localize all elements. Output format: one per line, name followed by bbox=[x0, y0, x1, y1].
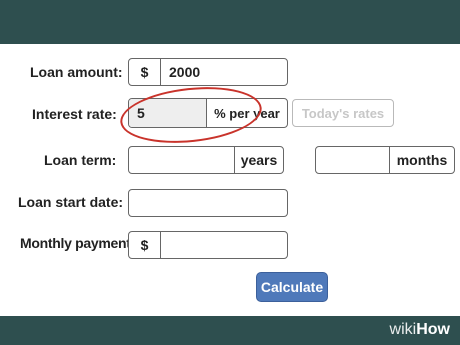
loan-amount-value[interactable]: 2000 bbox=[161, 59, 287, 85]
loan-amount-label: Loan amount: bbox=[30, 64, 123, 80]
loan-term-label: Loan term: bbox=[44, 152, 117, 168]
interest-rate-label: Interest rate: bbox=[32, 106, 117, 122]
payment-currency-prefix: $ bbox=[129, 232, 161, 258]
loan-start-date-input[interactable] bbox=[129, 190, 287, 216]
years-unit: years bbox=[240, 152, 278, 168]
loan-start-date-label: Loan start date: bbox=[18, 194, 124, 210]
wikihow-watermark: wikiHow bbox=[389, 321, 450, 338]
calculate-button[interactable]: Calculate bbox=[256, 272, 328, 302]
loan-amount-field[interactable]: $ 2000 bbox=[128, 58, 288, 86]
monthly-payments-field[interactable]: $ bbox=[128, 231, 288, 259]
top-band bbox=[0, 0, 460, 44]
monthly-payments-label: Monthly payments: bbox=[20, 235, 143, 251]
loan-term-years-field[interactable]: years bbox=[128, 146, 284, 174]
currency-prefix: $ bbox=[129, 59, 161, 85]
loan-term-months-input[interactable] bbox=[316, 147, 390, 173]
loan-start-date-field[interactable] bbox=[128, 189, 288, 217]
monthly-payments-value bbox=[161, 232, 287, 258]
loan-term-months-field[interactable]: months bbox=[315, 146, 455, 174]
months-unit: months bbox=[396, 152, 448, 168]
todays-rates-button[interactable]: Today's rates bbox=[292, 99, 394, 127]
loan-term-years-input[interactable] bbox=[129, 147, 235, 173]
